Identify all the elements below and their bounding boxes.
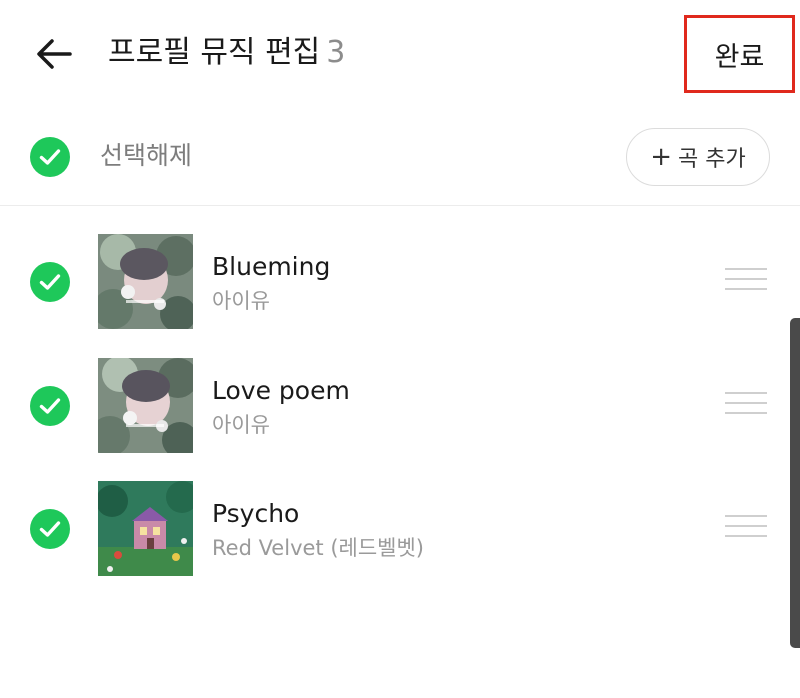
- song-item[interactable]: Psycho Red Velvet (레드벨벳): [0, 467, 790, 583]
- deselect-all-button[interactable]: 선택해제: [100, 138, 192, 174]
- song-item[interactable]: Blueming 아이유: [0, 220, 790, 336]
- song-count: 3: [326, 35, 346, 70]
- drag-handle-icon[interactable]: [725, 268, 767, 292]
- back-button[interactable]: [30, 30, 78, 78]
- select-all-checkbox[interactable]: [30, 137, 70, 177]
- song-title: Blueming: [212, 252, 331, 281]
- plus-icon: +: [650, 142, 673, 172]
- song-item[interactable]: Love poem 아이유: [0, 344, 790, 460]
- song-title: Psycho: [212, 499, 300, 528]
- song-checkbox[interactable]: [30, 262, 70, 302]
- add-song-button[interactable]: + 곡 추가: [626, 128, 770, 186]
- song-artist: 아이유: [212, 413, 270, 437]
- drag-handle-icon[interactable]: [725, 515, 767, 539]
- album-cover: [98, 234, 193, 329]
- checkmark-icon: [39, 274, 61, 290]
- page-title: 프로필 뮤직 편집 3: [108, 33, 345, 73]
- app-header: 프로필 뮤직 편집 3 완료: [0, 0, 800, 106]
- song-artist: Red Velvet (레드벨벳): [212, 536, 424, 560]
- song-title: Love poem: [212, 376, 350, 405]
- page-title-text: 프로필 뮤직 편집: [108, 35, 321, 70]
- selection-toolbar: 선택해제 + 곡 추가: [0, 120, 800, 192]
- song-artist: 아이유: [212, 289, 270, 313]
- album-cover: [98, 358, 193, 453]
- add-song-label: 곡 추가: [678, 147, 746, 172]
- divider: [0, 205, 800, 206]
- checkmark-icon: [39, 521, 61, 537]
- done-button[interactable]: 완료: [684, 15, 795, 93]
- drag-handle-icon[interactable]: [725, 392, 767, 416]
- song-checkbox[interactable]: [30, 386, 70, 426]
- checkmark-icon: [39, 398, 61, 414]
- done-button-label: 완료: [714, 41, 765, 73]
- album-cover: [98, 481, 193, 576]
- arrow-left-icon: [37, 39, 72, 69]
- scrollbar[interactable]: [790, 318, 800, 648]
- checkmark-icon: [39, 149, 61, 165]
- song-checkbox[interactable]: [30, 509, 70, 549]
